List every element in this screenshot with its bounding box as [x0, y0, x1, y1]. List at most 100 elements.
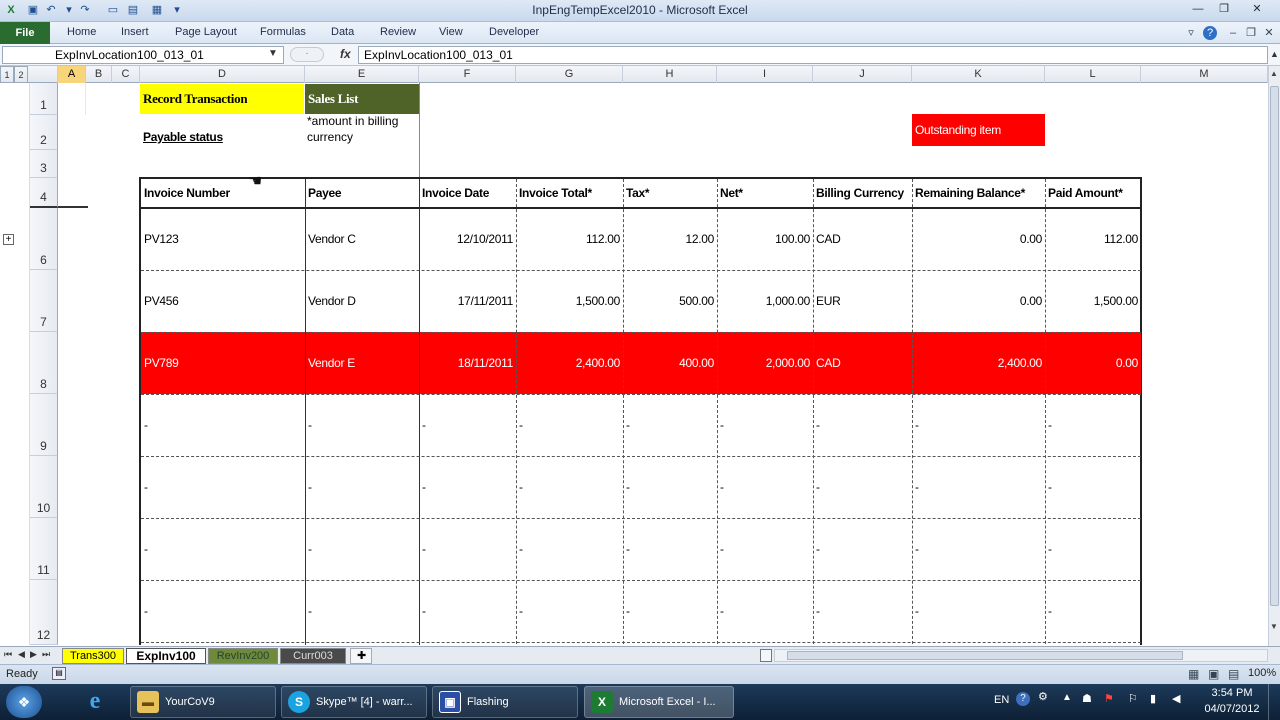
- empty-cell-marker[interactable]: -: [305, 518, 345, 580]
- row1-net[interactable]: 100.00: [717, 208, 813, 270]
- column-header-i[interactable]: I: [717, 66, 813, 83]
- tab-page-layout[interactable]: Page Layout: [175, 26, 237, 38]
- vertical-scrollbar[interactable]: ▲ ▼: [1268, 66, 1280, 646]
- row-header-1[interactable]: 1: [30, 83, 58, 115]
- tab-formulas[interactable]: Formulas: [260, 26, 306, 38]
- horizontal-scrollbar[interactable]: [774, 649, 1268, 662]
- row2-invoice-total[interactable]: 1,500.00: [516, 270, 623, 332]
- empty-cell-marker[interactable]: -: [141, 580, 181, 642]
- show-desktop-button[interactable]: [1268, 684, 1280, 720]
- network-icon[interactable]: ▮: [1150, 692, 1156, 705]
- empty-cell-marker[interactable]: -: [419, 456, 459, 518]
- row-header-9[interactable]: 9: [30, 394, 58, 456]
- row-header-11[interactable]: 11: [30, 518, 58, 580]
- cell-a1[interactable]: [58, 83, 86, 115]
- row1-invoice-total[interactable]: 112.00: [516, 208, 623, 270]
- name-box-dropdown-icon[interactable]: ▼: [268, 48, 278, 59]
- empty-cell-marker[interactable]: -: [813, 456, 853, 518]
- horizontal-scrollbar-thumb[interactable]: [787, 651, 1183, 660]
- first-sheet-icon[interactable]: ⏮: [4, 649, 12, 660]
- empty-cell-marker[interactable]: -: [1045, 580, 1085, 642]
- column-header-k[interactable]: K: [912, 66, 1045, 83]
- column-header-l[interactable]: L: [1045, 66, 1141, 83]
- column-header-b[interactable]: B: [86, 66, 112, 83]
- outline-level-1-button[interactable]: 1: [0, 66, 14, 83]
- row1-paid-amount[interactable]: 112.00: [1045, 208, 1141, 270]
- tab-data[interactable]: Data: [331, 26, 354, 38]
- empty-cell-marker[interactable]: -: [623, 518, 663, 580]
- row-header-4[interactable]: 4: [30, 178, 58, 208]
- row-header-8[interactable]: 8: [30, 332, 58, 394]
- workbook-restore-icon[interactable]: ❐: [1244, 26, 1258, 40]
- empty-cell-marker[interactable]: -: [305, 580, 345, 642]
- column-header-m[interactable]: M: [1141, 66, 1268, 83]
- column-header-e[interactable]: E: [305, 66, 419, 83]
- macro-record-icon[interactable]: ▤: [52, 667, 66, 680]
- row-header-12[interactable]: 12: [30, 580, 58, 645]
- start-button-icon[interactable]: ❖: [6, 686, 42, 718]
- empty-cell-marker[interactable]: -: [717, 456, 757, 518]
- tab-file[interactable]: File: [0, 22, 50, 44]
- page-break-view-icon[interactable]: ▤: [1228, 667, 1239, 681]
- clock-time[interactable]: 3:54 PM: [1204, 687, 1260, 699]
- empty-cell-marker[interactable]: -: [1045, 456, 1085, 518]
- empty-cell-marker[interactable]: -: [912, 580, 952, 642]
- row3-payee[interactable]: Vendor E: [305, 332, 419, 394]
- tab-insert[interactable]: Insert: [121, 26, 149, 38]
- column-header-j[interactable]: J: [813, 66, 912, 83]
- row2-invoice-date[interactable]: 17/11/2011: [419, 270, 516, 332]
- empty-cell-marker[interactable]: -: [305, 394, 345, 456]
- row3-paid-amount[interactable]: 0.00: [1045, 332, 1141, 394]
- workbook-close-icon[interactable]: ✕: [1262, 26, 1276, 40]
- row2-invoice-number[interactable]: PV456: [141, 270, 305, 332]
- row1-tax[interactable]: 12.00: [623, 208, 717, 270]
- language-help-icon[interactable]: ?: [1016, 692, 1030, 706]
- empty-cell-marker[interactable]: -: [813, 518, 853, 580]
- prev-sheet-icon[interactable]: ◀: [18, 649, 25, 660]
- taskbar-item-skype[interactable]: S Skype™ [4] - warr...: [281, 686, 427, 718]
- insert-function-icon[interactable]: fx: [340, 47, 351, 61]
- last-sheet-icon[interactable]: ⏭: [42, 649, 50, 660]
- column-header-g[interactable]: G: [516, 66, 623, 83]
- empty-cell-marker[interactable]: -: [813, 580, 853, 642]
- scroll-up-icon[interactable]: ▲: [1270, 69, 1278, 78]
- page-layout-view-icon[interactable]: ▣: [1208, 667, 1219, 681]
- column-header-f[interactable]: F: [419, 66, 516, 83]
- empty-cell-marker[interactable]: -: [717, 518, 757, 580]
- show-hidden-icons-icon[interactable]: ▲: [1062, 692, 1072, 703]
- row2-paid-amount[interactable]: 1,500.00: [1045, 270, 1141, 332]
- zoom-level[interactable]: 100%: [1248, 667, 1276, 679]
- minimize-icon[interactable]: —: [1186, 1, 1210, 17]
- empty-cell-marker[interactable]: -: [419, 580, 459, 642]
- insert-sheet-icon[interactable]: ✚: [350, 648, 372, 664]
- empty-cell-marker[interactable]: -: [623, 456, 663, 518]
- action-center-icon[interactable]: ⚐: [1128, 692, 1138, 705]
- tab-review[interactable]: Review: [380, 26, 416, 38]
- column-header-h[interactable]: H: [623, 66, 717, 83]
- row3-net[interactable]: 2,000.00: [717, 332, 813, 394]
- column-header-d[interactable]: D: [140, 66, 305, 83]
- expand-formula-bar-icon[interactable]: ▲: [1270, 49, 1279, 59]
- expand-group-icon[interactable]: +: [3, 234, 14, 245]
- empty-cell-marker[interactable]: -: [141, 456, 181, 518]
- empty-cell-marker[interactable]: -: [912, 394, 952, 456]
- empty-cell-marker[interactable]: -: [141, 518, 181, 580]
- row3-tax[interactable]: 400.00: [623, 332, 717, 394]
- scrollbar-thumb[interactable]: [1270, 86, 1279, 606]
- column-header-c[interactable]: C: [112, 66, 140, 83]
- formula-bar-handle-icon[interactable]: ·: [290, 47, 324, 62]
- taskbar-item-excel[interactable]: X Microsoft Excel - I...: [584, 686, 734, 718]
- empty-cell-marker[interactable]: -: [1045, 394, 1085, 456]
- tray-settings-icon[interactable]: ⚙: [1038, 690, 1048, 703]
- sheet-tab-trans300[interactable]: Trans300: [62, 648, 124, 664]
- tab-developer[interactable]: Developer: [489, 26, 539, 38]
- row-header-7[interactable]: 7: [30, 270, 58, 332]
- row1-remaining-balance[interactable]: 0.00: [912, 208, 1045, 270]
- empty-cell-marker[interactable]: -: [516, 518, 556, 580]
- empty-cell-marker[interactable]: -: [717, 580, 757, 642]
- sheet-tab-curr003[interactable]: Curr003: [280, 648, 346, 664]
- row3-remaining-balance[interactable]: 2,400.00: [912, 332, 1045, 394]
- empty-cell-marker[interactable]: -: [1045, 518, 1085, 580]
- row-header-3[interactable]: 3: [30, 150, 58, 178]
- row3-invoice-number[interactable]: PV789: [141, 332, 305, 394]
